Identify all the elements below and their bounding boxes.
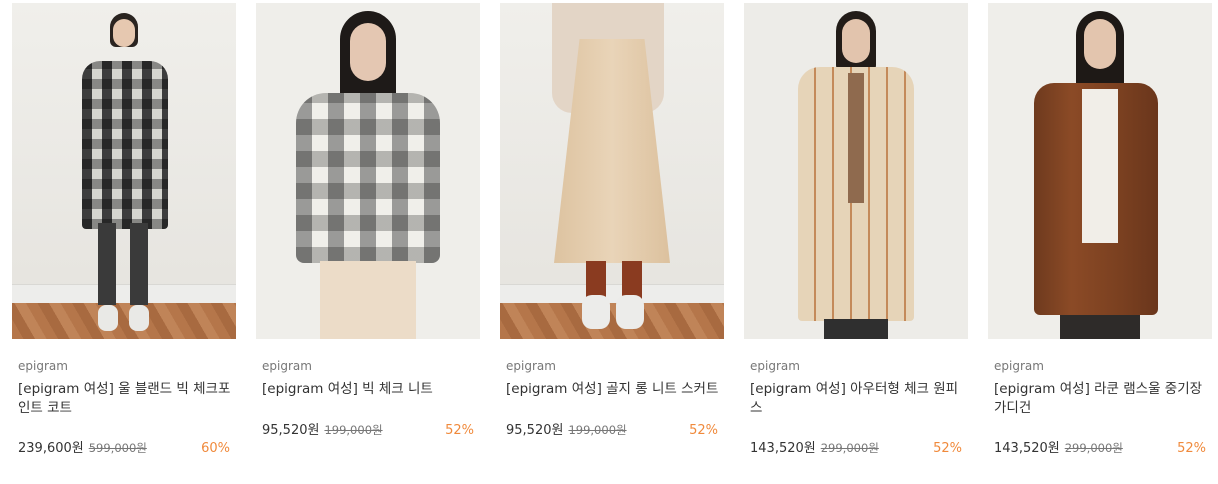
brand-name: epigram — [18, 359, 68, 373]
price-row: 143,520원 299,000원 52% — [994, 437, 1206, 456]
sale-price: 95,520원 — [262, 423, 320, 438]
product-image[interactable] — [256, 3, 480, 339]
discount-rate: 52% — [933, 441, 962, 456]
original-price: 199,000원 — [568, 423, 627, 437]
product-card[interactable]: epigram [epigram 여성] 라쿤 램스울 중기장 가디건 143,… — [988, 3, 1212, 456]
original-price: 599,000원 — [88, 441, 147, 455]
product-title[interactable]: [epigram 여성] 아우터형 체크 원피스 — [750, 380, 964, 418]
product-image[interactable] — [500, 3, 724, 339]
discount-rate: 52% — [689, 423, 718, 438]
sale-price: 239,600원 — [18, 441, 84, 456]
product-grid: epigram [epigram 여성] 울 블랜드 빅 체크포인트 코트 23… — [0, 0, 1218, 484]
original-price: 199,000원 — [324, 423, 383, 437]
price-row: 239,600원 599,000원 60% — [18, 437, 230, 456]
product-title[interactable]: [epigram 여성] 골지 롱 니트 스커트 — [506, 380, 720, 399]
sale-price: 143,520원 — [750, 441, 816, 456]
original-price: 299,000원 — [820, 441, 879, 455]
brand-name: epigram — [750, 359, 800, 373]
discount-rate: 52% — [1177, 441, 1206, 456]
product-image[interactable] — [12, 3, 236, 339]
product-title[interactable]: [epigram 여성] 울 블랜드 빅 체크포인트 코트 — [18, 380, 232, 418]
price-row: 95,520원 199,000원 52% — [262, 419, 474, 438]
brand-name: epigram — [994, 359, 1044, 373]
product-image[interactable] — [744, 3, 968, 339]
product-title[interactable]: [epigram 여성] 라쿤 램스울 중기장 가디건 — [994, 380, 1208, 418]
original-price: 299,000원 — [1064, 441, 1123, 455]
product-card[interactable]: epigram [epigram 여성] 울 블랜드 빅 체크포인트 코트 23… — [12, 3, 236, 456]
sale-price: 95,520원 — [506, 423, 564, 438]
sale-price: 143,520원 — [994, 441, 1060, 456]
product-card[interactable]: epigram [epigram 여성] 골지 롱 니트 스커트 95,520원… — [500, 3, 724, 438]
product-title[interactable]: [epigram 여성] 빅 체크 니트 — [262, 380, 476, 399]
brand-name: epigram — [506, 359, 556, 373]
price-row: 143,520원 299,000원 52% — [750, 437, 962, 456]
product-card[interactable]: epigram [epigram 여성] 빅 체크 니트 95,520원 199… — [256, 3, 480, 438]
product-image[interactable] — [988, 3, 1212, 339]
discount-rate: 60% — [201, 441, 230, 456]
price-row: 95,520원 199,000원 52% — [506, 419, 718, 438]
brand-name: epigram — [262, 359, 312, 373]
discount-rate: 52% — [445, 423, 474, 438]
product-card[interactable]: epigram [epigram 여성] 아우터형 체크 원피스 143,520… — [744, 3, 968, 456]
